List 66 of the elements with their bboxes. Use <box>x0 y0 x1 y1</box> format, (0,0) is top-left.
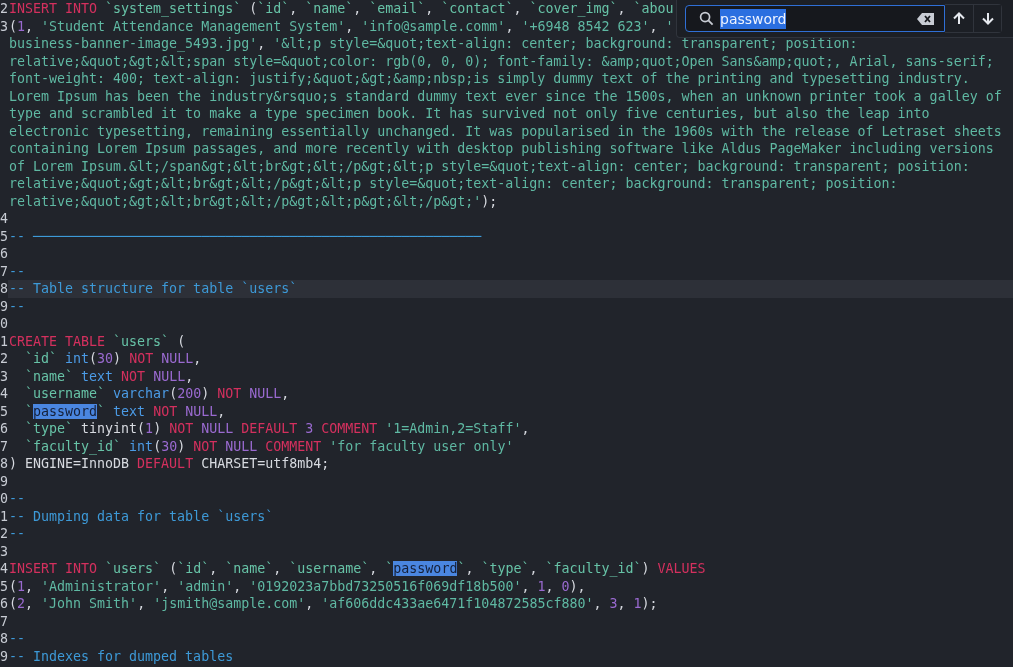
down-arrow-icon <box>981 12 994 25</box>
search-field[interactable]: password <box>685 5 945 32</box>
line-number: 6 <box>0 245 8 263</box>
code-line: `name` text NOT NULL, <box>24 367 194 385</box>
line-number: 1 <box>0 507 8 525</box>
line-number: 6 <box>0 420 8 438</box>
code-line: relative;&quot;&gt;&lt;span style=&quot;color: rgb(0, 0, 0); font-family: &amp;quot;Open Sans&amp;quot;, Arial, sans-serif; <box>8 52 994 70</box>
clear-icon[interactable] <box>917 12 934 25</box>
line-number: 5 <box>0 577 8 595</box>
line-number: 5 <box>0 227 8 245</box>
line-number: 3 <box>0 542 8 560</box>
line-number: 4 <box>0 210 8 228</box>
code-line: `username` varchar(200) NOT NULL, <box>24 385 290 403</box>
line-number: 1 <box>0 332 8 350</box>
code-line: -- <box>8 525 25 543</box>
line-number: 9 <box>0 297 8 315</box>
line-number: 3 <box>0 17 8 35</box>
search-icon <box>699 11 714 26</box>
code-line: business-banner-image_5493.jpg', '&lt;p style=&quot;text-align: center; background: transparent; position: <box>8 35 858 53</box>
code-line: (1, 'Administrator', 'admin', '0192023a7bbd73250516f069df18b500', 1, 0), <box>8 577 586 595</box>
line-number: 3 <box>0 367 8 385</box>
next-match-button[interactable] <box>973 5 1001 32</box>
line-number: 2 <box>0 350 8 368</box>
code-line: CREATE TABLE `users` ( <box>8 332 186 350</box>
code-line: INSERT INTO `system_settings` (`id`, `name`, `email`, `contact`, `cover_img`, `abou <box>8 0 674 18</box>
code-line: INSERT INTO `users` (`id`, `name`, `username`, `password`, `type`, `faculty_id`) VALUES <box>8 560 706 578</box>
code-line: type and scrambled it to make a type specimen book. It has survived not only five centuries, but also the leap into <box>8 105 930 123</box>
code-line: -- <box>8 297 25 315</box>
line-number: 6 <box>0 595 8 613</box>
line-number: 0 <box>0 315 8 333</box>
code-line: -- <box>8 262 25 280</box>
line-number: 4 <box>0 560 8 578</box>
line-number: 7 <box>0 262 8 280</box>
code-line: `id` int(30) NOT NULL, <box>24 350 202 368</box>
line-number: 4 <box>0 385 8 403</box>
line-number: 7 <box>0 437 8 455</box>
code-line: relative;&quot;&gt;&lt;br&gt;&lt;/p&gt;&lt;p&gt;&lt;/p&gt;'); <box>8 192 498 210</box>
code-line: -- ──────────────────────────────────────────────────────── <box>8 227 482 245</box>
code-line: `faculty_id` int(30) NOT NULL COMMENT 'for faculty user only' <box>24 437 514 455</box>
line-number: 8 <box>0 630 8 648</box>
line-number: 2 <box>0 525 8 543</box>
code-line: -- <box>8 490 25 508</box>
line-number: 2 <box>0 0 8 18</box>
line-number: 9 <box>0 472 8 490</box>
code-line: relative;&quot;&gt;&lt;br&gt;&lt;/p&gt;&lt;p style=&quot;text-align: center; background: transparent; position: <box>8 175 898 193</box>
line-number: 5 <box>0 402 8 420</box>
code-line: ) ENGINE=InnoDB DEFAULT CHARSET=utf8mb4; <box>8 455 330 473</box>
code-line: (2, 'John Smith', 'jsmith@sample.com', 'af606ddc433ae6471f104872585cf880', 3, 1); <box>8 595 658 613</box>
code-line: font-weight: 400; text-align: justify;&quot;&gt;&amp;nbsp;is simply dummy text of the printing and typesetting industry. <box>8 70 970 88</box>
line-number: 8 <box>0 280 8 298</box>
code-line: `password` text NOT NULL, <box>24 402 226 420</box>
code-line: Lorem Ipsum has been the industry&rsquo;s standard dummy text ever since the 1500s, when an unknown printer took a galley of <box>8 87 1002 105</box>
code-line: -- Dumping data for table `users` <box>8 507 274 525</box>
code-line: -- Indexes for dumped tables <box>8 647 234 665</box>
line-number: 0 <box>0 490 8 508</box>
code-line: (1, 'Student Attendance Management System', 'info@sample.comm', '+6948 8542 623', ' <box>8 17 674 35</box>
line-number: 9 <box>0 647 8 665</box>
code-line: `type` tinyint(1) NOT NULL DEFAULT 3 COMMENT '1=Admin,2=Staff', <box>24 420 530 438</box>
line-number: 7 <box>0 612 8 630</box>
up-arrow-icon <box>953 12 965 25</box>
code-line: of Lorem Ipsum.&lt;/span&gt;&lt;br&gt;&lt;/p&gt;&lt;p style=&quot;text-align: center; background: transparent; position: <box>8 157 970 175</box>
code-line: -- <box>8 630 25 648</box>
code-line: containing Lorem Ipsum passages, and more recently with desktop publishing software like Aldus PageMaker including versions <box>8 140 994 158</box>
code-line: electronic typesetting, remaining essentially unchanged. It was popularised in the 1960s with the release of Letraset sheets <box>8 122 1002 140</box>
line-number: 8 <box>0 455 8 473</box>
code-editor[interactable] <box>0 0 1013 667</box>
